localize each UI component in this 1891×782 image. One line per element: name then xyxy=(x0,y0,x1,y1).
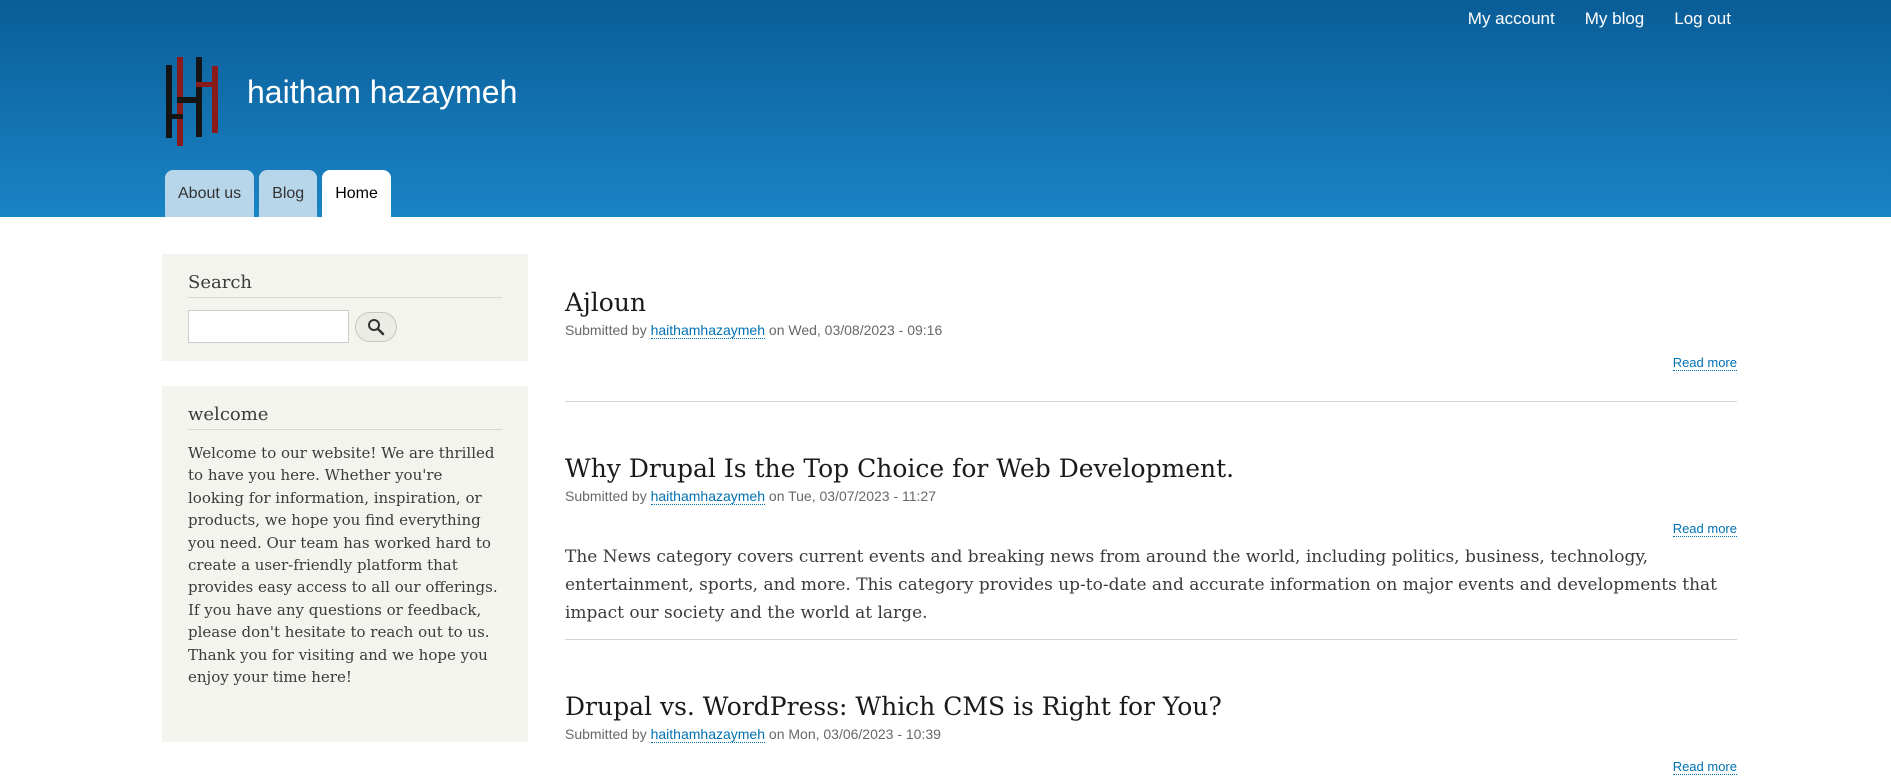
site-name[interactable]: haitham hazaymeh xyxy=(247,74,517,111)
article-teaser: Drupal vs. WordPress: Which CMS is Right… xyxy=(565,692,1737,775)
article-date: on Tue, 03/07/2023 - 11:27 xyxy=(768,488,937,504)
submitted-by-label: Submitted by xyxy=(565,322,647,338)
tab-blog[interactable]: Blog xyxy=(259,170,318,217)
search-form xyxy=(188,310,502,343)
search-block: Search xyxy=(162,254,528,361)
article-meta: Submitted by haithamhazaymeh on Mon, 03/… xyxy=(565,726,1737,743)
tab-about-us[interactable]: About us xyxy=(165,170,255,217)
submitted-by-label: Submitted by xyxy=(565,726,647,742)
search-block-title: Search xyxy=(188,272,502,298)
article-teaser: Ajloun Submitted by haithamhazaymeh on W… xyxy=(565,288,1737,402)
article-teaser-text: The News category covers current events … xyxy=(565,547,1717,623)
main-menu-tabs: About us Blog Home xyxy=(165,170,391,217)
search-icon xyxy=(368,318,385,335)
tab-home[interactable]: Home xyxy=(322,170,391,217)
sidebar: Search welcome Welcome to our website! W… xyxy=(162,254,528,767)
welcome-text: Welcome to our website! We are thrilled … xyxy=(188,444,498,687)
read-more-row: Read more xyxy=(565,756,1737,775)
log-out-link[interactable]: Log out xyxy=(1674,9,1731,29)
article-meta: Submitted by haithamhazaymeh on Wed, 03/… xyxy=(565,322,1737,339)
welcome-block: welcome Welcome to our website! We are t… xyxy=(162,386,528,742)
read-more-row: Read more xyxy=(565,352,1737,371)
my-account-link[interactable]: My account xyxy=(1468,9,1555,29)
article-title[interactable]: Drupal vs. WordPress: Which CMS is Right… xyxy=(565,692,1737,721)
main-content: Ajloun Submitted by haithamhazaymeh on W… xyxy=(565,288,1737,775)
read-more-link[interactable]: Read more xyxy=(1672,759,1737,775)
author-link[interactable]: haithamhazaymeh xyxy=(650,322,766,339)
article-title[interactable]: Why Drupal Is the Top Choice for Web Dev… xyxy=(565,454,1737,483)
my-blog-link[interactable]: My blog xyxy=(1585,9,1645,29)
read-more-row: Read more xyxy=(565,518,1737,537)
welcome-block-title: welcome xyxy=(188,404,502,430)
article-date: on Wed, 03/08/2023 - 09:16 xyxy=(768,322,943,338)
site-header: My account My blog Log out haitham hazay… xyxy=(0,0,1891,217)
article-date: on Mon, 03/06/2023 - 10:39 xyxy=(768,726,941,742)
article-meta: Submitted by haithamhazaymeh on Tue, 03/… xyxy=(565,488,1737,505)
search-button[interactable] xyxy=(355,311,397,342)
site-logo[interactable] xyxy=(166,57,218,146)
search-input[interactable] xyxy=(188,310,349,343)
author-link[interactable]: haithamhazaymeh xyxy=(650,488,766,505)
read-more-link[interactable]: Read more xyxy=(1672,521,1737,537)
article-title[interactable]: Ajloun xyxy=(565,288,1737,317)
author-link[interactable]: haithamhazaymeh xyxy=(650,726,766,743)
article-teaser: Why Drupal Is the Top Choice for Web Dev… xyxy=(565,454,1737,640)
read-more-link[interactable]: Read more xyxy=(1672,355,1737,371)
secondary-menu: My account My blog Log out xyxy=(1468,9,1731,29)
submitted-by-label: Submitted by xyxy=(565,488,647,504)
